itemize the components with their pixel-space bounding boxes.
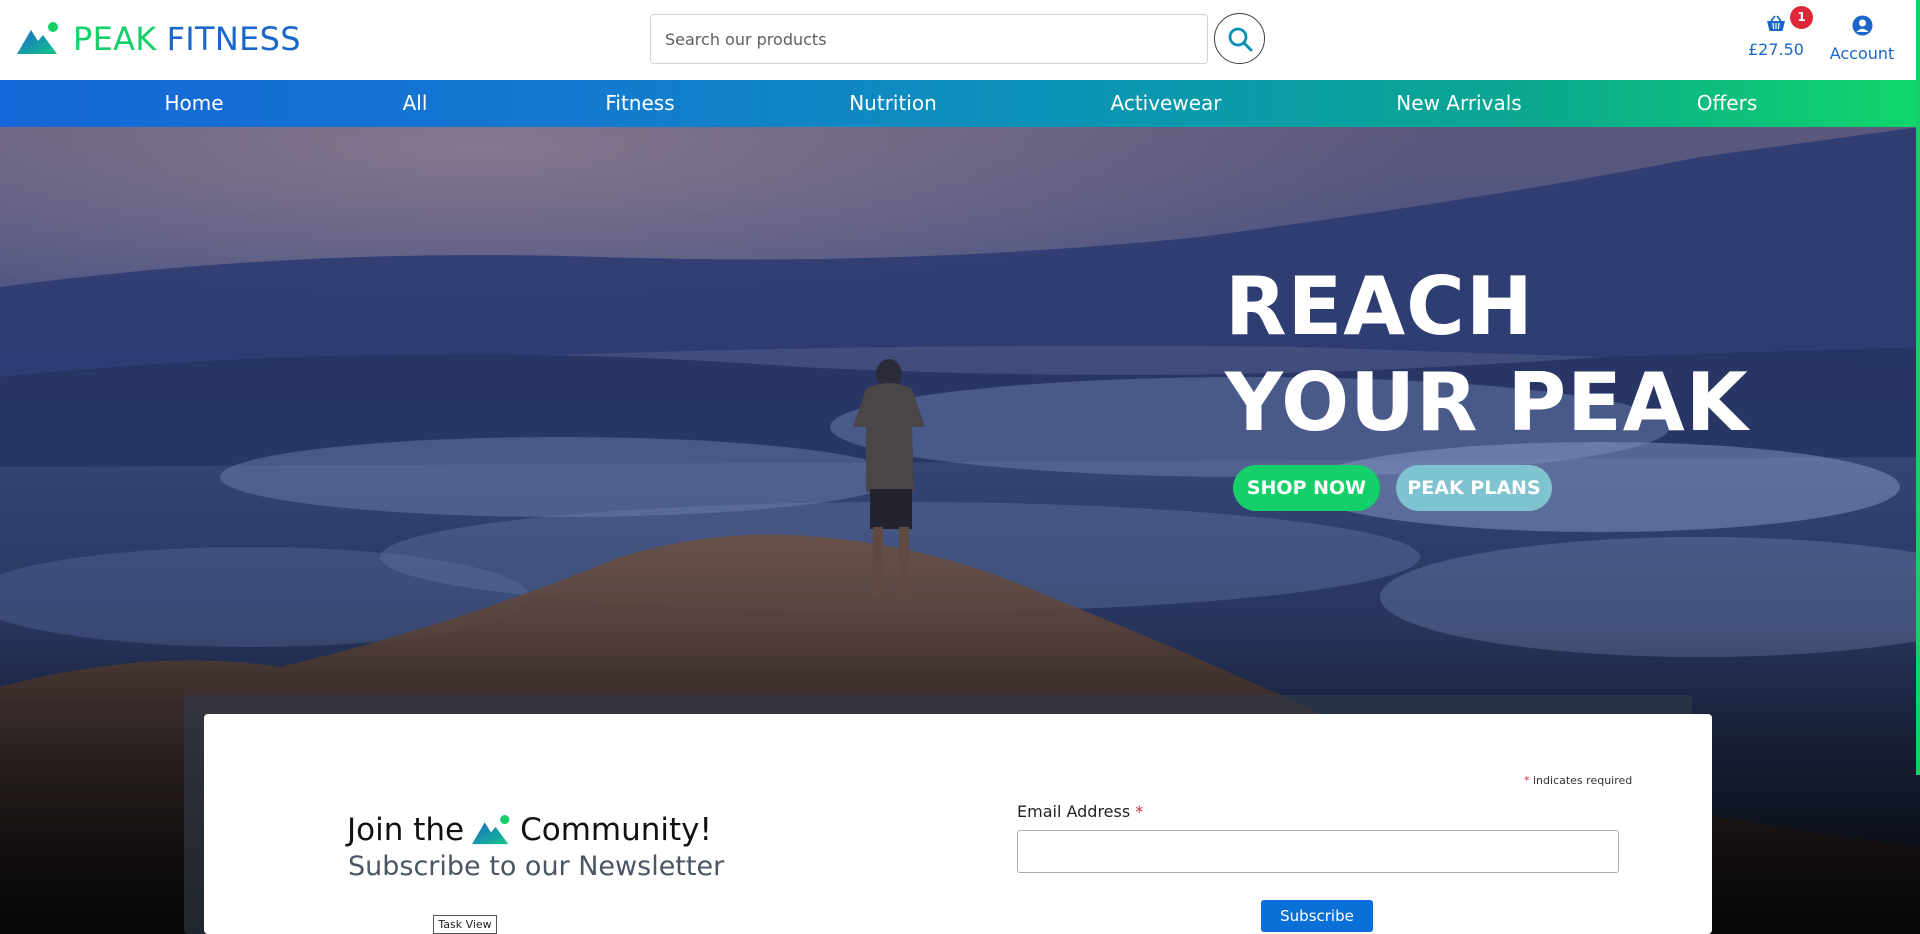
newsletter-heading: Join the Community!: [347, 812, 712, 848]
account-label: Account: [1829, 44, 1895, 63]
brand-word-peak: PEAK: [73, 20, 157, 58]
nav-item-home[interactable]: Home: [164, 80, 223, 127]
basket-total: £27.50: [1748, 40, 1804, 59]
hero-title: REACH YOUR PEAK: [1225, 259, 1749, 451]
account-link[interactable]: Account: [1827, 15, 1897, 63]
shop-now-button[interactable]: SHOP NOW: [1233, 465, 1380, 511]
hero-title-line2: YOUR PEAK: [1225, 356, 1749, 449]
email-field[interactable]: [1017, 830, 1619, 873]
right-edge-bar: [1916, 0, 1920, 775]
mountain-logo-icon: [472, 814, 510, 844]
user-circle-icon: [1852, 15, 1872, 36]
search-input[interactable]: [650, 14, 1208, 64]
peak-plans-button[interactable]: PEAK PLANS: [1396, 465, 1552, 511]
search-icon: [1228, 27, 1252, 51]
nav-item-nutrition[interactable]: Nutrition: [849, 80, 937, 127]
brand-name: PEAK FITNESS: [73, 21, 301, 57]
search-button[interactable]: [1214, 13, 1265, 64]
required-note-text: indicates required: [1533, 774, 1633, 787]
site-header: PEAKFITNESS 1 £27.50 Account: [0, 0, 1920, 80]
main-nav: Home All Fitness Nutrition Activewear Ne…: [0, 80, 1920, 127]
nav-item-all[interactable]: All: [403, 80, 428, 127]
email-required-star: *: [1135, 802, 1144, 821]
email-label: Email Address *: [1017, 802, 1143, 821]
subscribe-button[interactable]: Subscribe: [1261, 900, 1373, 932]
basket-icon: [1767, 15, 1785, 31]
newsletter-community-text: Community!: [520, 812, 712, 848]
brand-word-fitness: FITNESS: [166, 20, 301, 58]
task-view-tooltip: Task View: [433, 915, 497, 934]
mountain-logo-icon: [17, 22, 58, 54]
hero-title-line1: REACH: [1225, 260, 1534, 353]
nav-item-activewear[interactable]: Activewear: [1110, 80, 1221, 127]
newsletter-subtitle: Subscribe to our Newsletter: [348, 851, 725, 882]
required-note: * indicates required: [1524, 774, 1632, 787]
basket-link[interactable]: 1 £27.50: [1745, 6, 1813, 59]
email-label-text: Email Address: [1017, 802, 1131, 821]
nav-item-fitness[interactable]: Fitness: [605, 80, 674, 127]
nav-item-offers[interactable]: Offers: [1697, 80, 1757, 127]
basket-count-badge: 1: [1790, 6, 1813, 29]
brand-logo[interactable]: PEAK FITNESS: [17, 21, 301, 57]
required-star: *: [1524, 774, 1530, 787]
newsletter-card: Join the Community! Subscribe to our New…: [204, 714, 1712, 934]
nav-item-new-arrivals[interactable]: New Arrivals: [1396, 80, 1521, 127]
newsletter-join-text: Join the: [347, 812, 465, 848]
